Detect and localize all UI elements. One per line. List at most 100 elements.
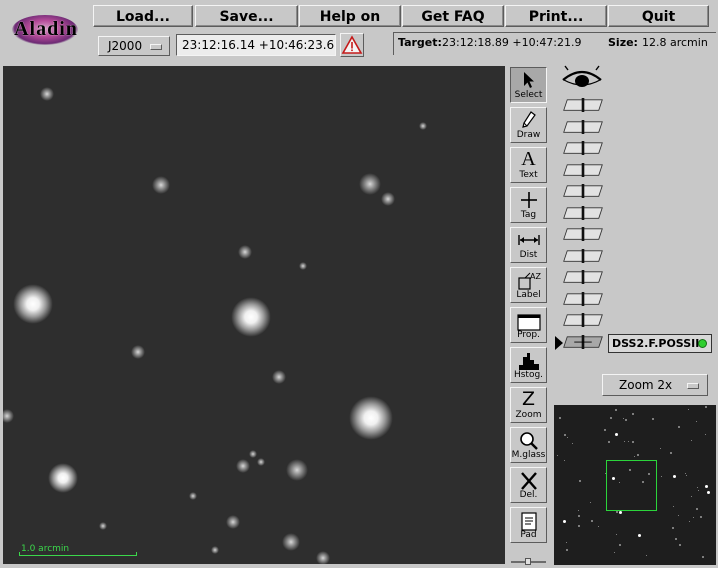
target-info: Target: 23:12:18.89 +10:47:21.9 Size: 12… xyxy=(393,32,716,55)
zoom-value: Zoom 2x xyxy=(619,378,673,392)
tool-text[interactable]: A Text xyxy=(510,147,547,183)
sky-image-view[interactable]: 1.0 arcmin xyxy=(3,66,505,564)
overview-star xyxy=(698,490,699,491)
empty-plane-icon[interactable] xyxy=(562,227,604,241)
tool-dist[interactable]: Dist xyxy=(510,227,547,263)
empty-plane-icon[interactable] xyxy=(562,205,604,220)
overview-star xyxy=(566,542,567,543)
tool-draw[interactable]: Draw xyxy=(510,107,547,143)
overview-star xyxy=(615,409,617,411)
overview-star xyxy=(590,502,591,503)
tool-label: Hstog. xyxy=(513,370,544,380)
overview-star xyxy=(691,496,692,497)
active-plane-name: DSS2.F.POSSII xyxy=(612,337,700,350)
star xyxy=(3,409,14,423)
overview-star xyxy=(693,517,694,518)
star xyxy=(349,396,393,440)
active-plane-label[interactable]: DSS2.F.POSSII xyxy=(608,334,712,353)
overview-star xyxy=(567,437,568,438)
scale-bar-line xyxy=(19,552,137,556)
star xyxy=(210,545,220,555)
empty-plane-icon[interactable] xyxy=(562,119,604,134)
empty-plane-icon[interactable] xyxy=(562,248,604,263)
tool-histogram[interactable]: Hstog. xyxy=(510,347,547,383)
save-button[interactable]: Save... xyxy=(195,5,298,27)
overview-star xyxy=(638,534,641,537)
empty-plane-icon[interactable] xyxy=(562,98,604,112)
size-label: Size: xyxy=(608,36,638,49)
overview-star xyxy=(689,521,690,522)
empty-plane-icon[interactable] xyxy=(562,291,604,306)
quit-button[interactable]: Quit xyxy=(608,5,709,27)
tool-tag[interactable]: Tag xyxy=(510,187,547,223)
star xyxy=(256,457,266,467)
overview-star xyxy=(578,515,580,517)
overview-star xyxy=(616,511,618,513)
star xyxy=(152,176,170,194)
overview-star xyxy=(646,555,647,556)
overview-star xyxy=(563,520,566,523)
zoom-z-icon: Z xyxy=(521,388,536,410)
overview-star xyxy=(688,409,689,410)
load-button[interactable]: Load... xyxy=(93,5,193,27)
tool-label[interactable]: AZ Label xyxy=(510,267,547,303)
empty-plane-icon[interactable] xyxy=(562,313,604,327)
eye-icon[interactable] xyxy=(560,64,604,92)
overview-star xyxy=(702,556,704,558)
tool-pad[interactable]: Pad xyxy=(510,507,547,543)
scale-bar-label: 1.0 arcmin xyxy=(21,544,70,554)
overview-star xyxy=(619,511,622,514)
tool-delete[interactable]: Del. xyxy=(510,467,547,503)
overview-star xyxy=(634,456,635,457)
slider-knob[interactable] xyxy=(525,558,531,565)
coordinate-input[interactable]: 23:12:16.14 +10:46:23.6 xyxy=(176,34,336,56)
star xyxy=(381,192,395,206)
help-button[interactable]: Help on xyxy=(299,5,401,27)
app-name: Aladin xyxy=(14,17,78,40)
overview-star xyxy=(623,418,624,419)
star xyxy=(236,459,250,473)
warning-button[interactable] xyxy=(340,33,364,57)
tool-zoom[interactable]: Z Zoom xyxy=(510,387,547,423)
overview-star xyxy=(591,520,593,522)
empty-plane-icon[interactable] xyxy=(562,141,604,155)
star xyxy=(298,261,308,271)
zoom-select[interactable]: Zoom 2x xyxy=(602,374,708,396)
active-plane-icon[interactable] xyxy=(562,334,604,349)
empty-plane-icon[interactable] xyxy=(562,184,604,198)
text-A-icon: A xyxy=(521,148,536,170)
overview-star xyxy=(696,421,697,422)
overview-star xyxy=(697,487,698,488)
view-frame-rectangle[interactable] xyxy=(606,460,657,511)
tool-label: Text xyxy=(519,170,538,180)
zoom-overview-panel[interactable] xyxy=(554,405,716,565)
overview-star xyxy=(685,473,686,474)
overview-star xyxy=(660,448,661,449)
overview-star xyxy=(615,433,618,436)
star xyxy=(282,533,300,551)
overview-star xyxy=(705,434,706,435)
equinox-select[interactable]: J2000 xyxy=(98,36,170,56)
tool-magnifier[interactable]: M.glass xyxy=(510,427,547,463)
histogram-icon xyxy=(511,348,546,370)
delete-x-icon xyxy=(511,468,546,490)
faq-button[interactable]: Get FAQ xyxy=(402,5,504,27)
star xyxy=(40,87,54,101)
empty-plane-icon[interactable] xyxy=(562,270,604,284)
overview-star xyxy=(661,476,662,477)
star xyxy=(98,521,108,531)
layer-stack[interactable] xyxy=(554,60,716,360)
overview-star xyxy=(691,440,692,441)
tool-properties[interactable]: Prop. xyxy=(510,307,547,343)
tool-select[interactable]: Select xyxy=(510,67,547,103)
tool-label: Zoom xyxy=(515,410,542,420)
print-button[interactable]: Print... xyxy=(505,5,607,27)
plane-status-indicator xyxy=(698,339,707,348)
overview-star xyxy=(705,485,708,488)
toolbar-slider[interactable] xyxy=(511,558,546,565)
dropdown-knob-icon xyxy=(687,383,699,389)
overview-star xyxy=(652,418,654,420)
empty-plane-icon[interactable] xyxy=(562,162,604,177)
overview-star xyxy=(619,544,621,546)
overview-star xyxy=(637,454,639,456)
